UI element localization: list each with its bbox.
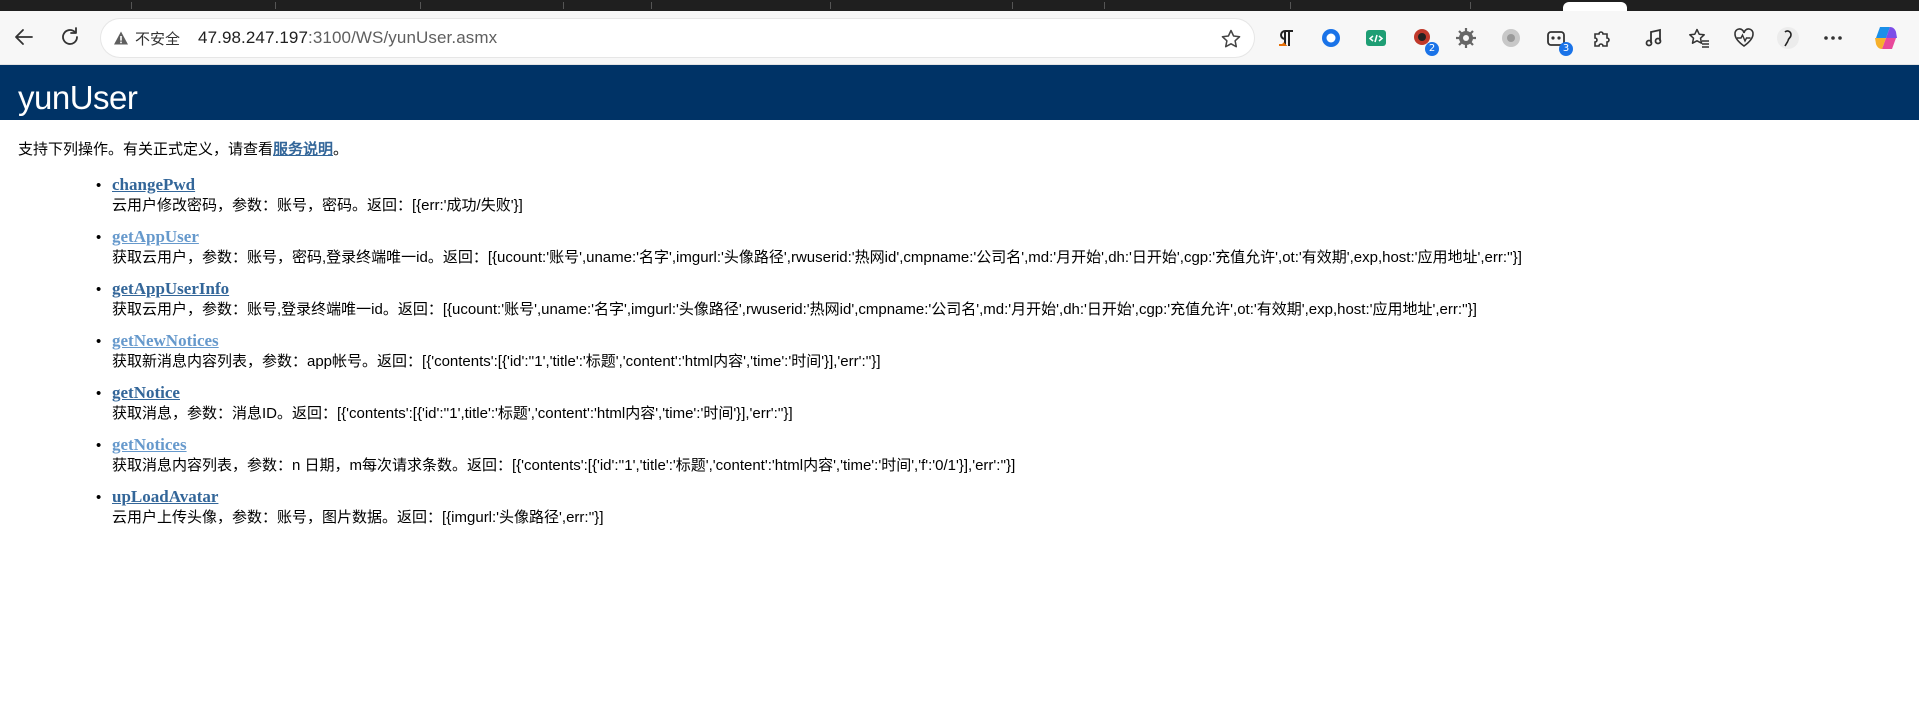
- tab-strip: [0, 0, 1919, 11]
- back-button[interactable]: [10, 23, 38, 51]
- grey-extension-icon[interactable]: [1498, 25, 1524, 51]
- browser-toolbar: 不安全 47.98.247.197:3100/WS/yunUser.asmx 2: [0, 11, 1919, 65]
- intro-paragraph: 支持下列操作。有关正式定义，请查看服务说明。: [18, 139, 1898, 161]
- gear-extension-icon[interactable]: [1453, 25, 1479, 51]
- extension-badge: 3: [1559, 42, 1573, 56]
- operation-item: • changePwd 云用户修改密码，参数：账号，密码。返回：[{err:'成…: [96, 175, 1898, 216]
- operation-item: • upLoadAvatar 云用户上传头像，参数：账号，图片数据。返回：[{i…: [96, 487, 1898, 528]
- operation-description: 获取新消息内容列表，参数：app帐号。返回：[{'contents':[{'id…: [112, 353, 881, 370]
- operation-link-changepwd[interactable]: changePwd: [112, 175, 195, 194]
- refresh-button[interactable]: [56, 23, 84, 51]
- operation-link-getnotices[interactable]: getNotices: [112, 435, 187, 454]
- operation-description: 获取消息内容列表，参数：n 日期，m每次请求条数。返回：[{'contents'…: [112, 457, 1016, 474]
- tab-separator: [131, 2, 132, 9]
- page-title: yunUser: [18, 79, 138, 116]
- bullet: •: [96, 333, 102, 350]
- operation-link-uploadavatar[interactable]: upLoadAvatar: [112, 487, 218, 506]
- operation-item: • getNotice 获取消息，参数：消息ID。返回：[{'contents'…: [96, 383, 1898, 424]
- page-header: yunUser: [0, 65, 1919, 120]
- profile-extension-icon[interactable]: 2: [1409, 25, 1439, 56]
- tab-separator: [1012, 2, 1013, 9]
- favorites-icon[interactable]: [1686, 25, 1712, 51]
- read-aloud-icon[interactable]: [1641, 25, 1667, 51]
- intro-text: 支持下列操作。有关正式定义，请查看: [18, 141, 274, 158]
- url-path: :3100/WS/yunUser.asmx: [308, 28, 498, 47]
- warning-icon[interactable]: [113, 30, 129, 46]
- active-tab[interactable]: [1563, 2, 1627, 11]
- url-text[interactable]: 47.98.247.197:3100/WS/yunUser.asmx: [198, 28, 497, 48]
- bullet: •: [96, 229, 102, 246]
- tab-separator: [1104, 2, 1105, 9]
- operation-link-getappuser[interactable]: getAppUser: [112, 227, 199, 246]
- favorite-star-icon[interactable]: [1220, 28, 1242, 55]
- url-host: 47.98.247.197: [198, 28, 309, 47]
- browser-essentials-icon[interactable]: [1731, 25, 1757, 51]
- operation-link-getnotice[interactable]: getNotice: [112, 383, 180, 402]
- operation-description: 获取云用户，参数：账号,登录终端唯一id。返回：[{ucount:'账号',un…: [112, 301, 1477, 318]
- service-description-link[interactable]: 服务说明: [273, 141, 333, 158]
- robot-extension-icon[interactable]: 3: [1543, 25, 1573, 56]
- extension-badge: 2: [1425, 42, 1439, 56]
- tab-separator: [275, 2, 276, 9]
- profile-avatar-icon[interactable]: [1775, 25, 1801, 51]
- bullet: •: [96, 281, 102, 298]
- tab-separator: [1290, 2, 1291, 9]
- bullet: •: [96, 177, 102, 194]
- operation-description: 获取消息，参数：消息ID。返回：[{'contents':[{'id':''1'…: [112, 405, 793, 422]
- bullet: •: [96, 489, 102, 506]
- back-arrow-icon: [15, 29, 33, 45]
- operation-item: • getNotices 获取消息内容列表，参数：n 日期，m每次请求条数。返回…: [96, 435, 1898, 476]
- operations-list: • changePwd 云用户修改密码，参数：账号，密码。返回：[{err:'成…: [18, 175, 1898, 528]
- bullet: •: [96, 437, 102, 454]
- operation-item: • getAppUser 获取云用户，参数：账号，密码,登录终端唯一id。返回：…: [96, 227, 1898, 268]
- address-bar[interactable]: 不安全 47.98.247.197:3100/WS/yunUser.asmx: [101, 19, 1254, 57]
- pilcrow-extension-icon[interactable]: [1273, 25, 1299, 51]
- bullet: •: [96, 385, 102, 402]
- intro-end: 。: [333, 141, 349, 158]
- tab-separator: [563, 2, 564, 9]
- operation-description: 云用户上传头像，参数：账号，图片数据。返回：[{imgurl:'头像路径',er…: [112, 509, 604, 526]
- tab-separator: [1470, 2, 1471, 9]
- operation-link-getnewnotices[interactable]: getNewNotices: [112, 331, 219, 350]
- tab-separator: [651, 2, 652, 9]
- operation-item: • getAppUserInfo 获取云用户，参数：账号,登录终端唯一id。返回…: [96, 279, 1898, 320]
- operation-description: 获取云用户，参数：账号，密码,登录终端唯一id。返回：[{ucount:'账号'…: [112, 249, 1522, 266]
- tab-separator: [420, 2, 421, 9]
- puzzle-extensions-icon[interactable]: [1588, 25, 1614, 51]
- security-label[interactable]: 不安全: [135, 28, 180, 49]
- operation-item: • getNewNotices 获取新消息内容列表，参数：app帐号。返回：[{…: [96, 331, 1898, 372]
- operation-link-getappuserinfo[interactable]: getAppUserInfo: [112, 279, 229, 298]
- copilot-icon[interactable]: [1870, 22, 1902, 54]
- more-menu-icon[interactable]: [1820, 25, 1846, 51]
- circle-extension-icon[interactable]: [1318, 25, 1344, 51]
- code-extension-icon[interactable]: [1363, 25, 1389, 51]
- tab-separator: [830, 2, 831, 9]
- refresh-icon: [62, 27, 78, 45]
- main-content: 支持下列操作。有关正式定义，请查看服务说明。 • changePwd 云用户修改…: [18, 139, 1898, 539]
- operation-description: 云用户修改密码，参数：账号，密码。返回：[{err:'成功/失败'}]: [112, 197, 523, 214]
